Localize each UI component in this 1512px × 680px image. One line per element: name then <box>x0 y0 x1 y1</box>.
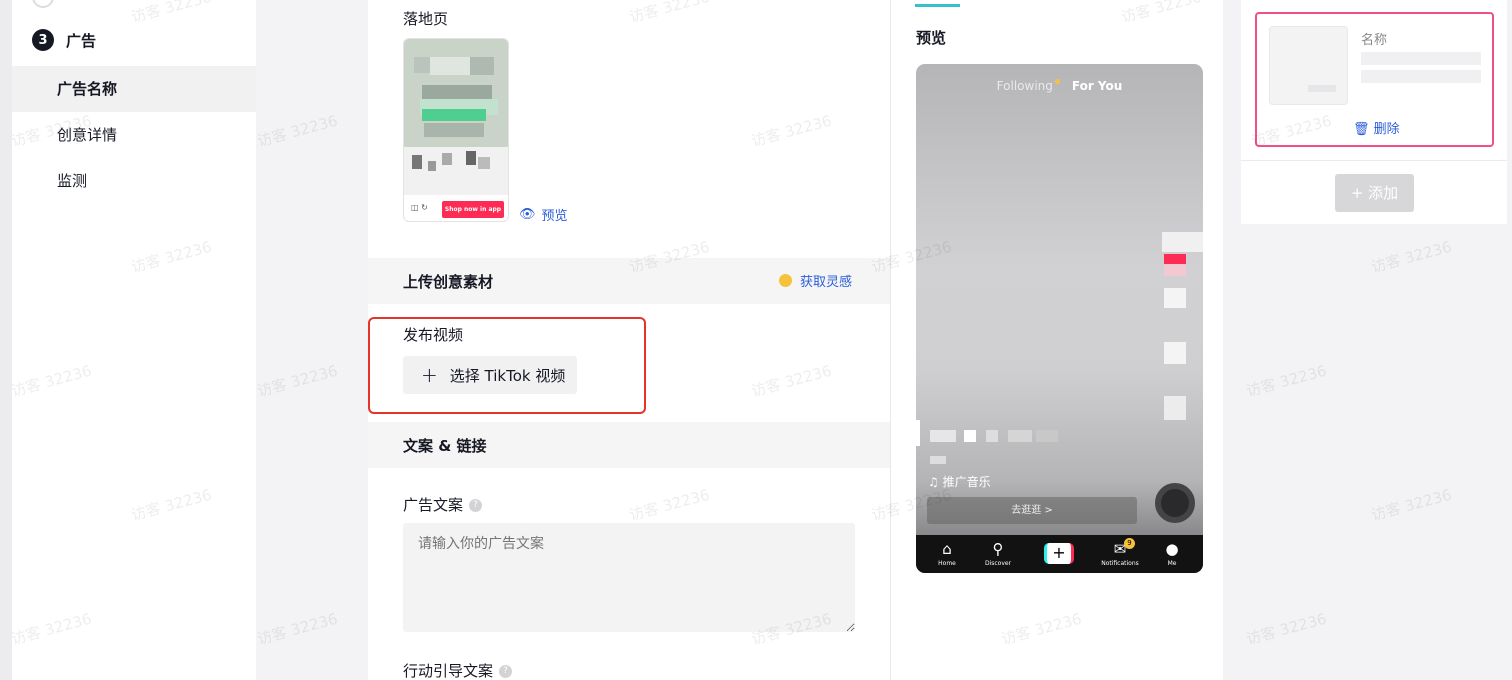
ad-copy-label-text: 广告文案 <box>403 496 464 514</box>
shop-go-button: 去逛逛 > <box>927 497 1137 524</box>
sidebar-item-creative-details[interactable]: 创意详情 <box>12 112 256 158</box>
phone-preview: Following For You ♫ 推广音乐 去逛逛 > ⌂ Home ⚲ <box>916 64 1203 573</box>
create-plus-icon: + <box>1044 543 1074 564</box>
nav-notifications: ✉ 9 Notifications <box>1095 538 1145 567</box>
phone-bottom-nav: ⌂ Home ⚲ Discover + ✉ 9 Notifications ● … <box>916 535 1203 573</box>
trash-icon: 🗑 <box>1353 122 1370 137</box>
nav-me: ● Me <box>1147 540 1197 567</box>
ad-name-label: 名称 <box>1361 33 1388 48</box>
delete-ad-label: 删除 <box>1373 122 1400 137</box>
nav-me-label: Me <box>1167 560 1177 567</box>
select-tiktok-video-label: 选择 TikTok 视频 <box>449 366 566 385</box>
nav-home-label: Home <box>938 560 956 567</box>
ad-thumbnail <box>1269 26 1348 105</box>
landing-preview-link[interactable]: 👁 预览 <box>519 205 568 224</box>
phone-feed-tabs: Following For You <box>916 79 1203 93</box>
tab-for-you: For You <box>1071 79 1123 93</box>
delete-ad-button[interactable]: 🗑 删除 <box>1353 118 1400 137</box>
promoted-music-label: 推广音乐 <box>942 475 991 489</box>
copy-section-header: 文案 & 链接 <box>368 422 890 468</box>
ad-name-placeholder <box>1361 52 1481 65</box>
nav-discover: ⚲ Discover <box>973 540 1023 567</box>
landing-page-thumbnail[interactable]: ◫ ↻ Shop now in app <box>403 38 509 222</box>
promoted-music: ♫ 推广音乐 <box>928 473 991 490</box>
nav-notifications-label: Notifications <box>1101 560 1139 567</box>
card-divider <box>1241 160 1507 161</box>
ad-copy-input[interactable] <box>403 523 855 632</box>
notification-badge: 9 <box>1124 538 1135 549</box>
add-ad-button[interactable]: + 添加 <box>1335 174 1414 212</box>
shop-now-button: Shop now in app <box>442 201 504 218</box>
cta-copy-label: 行动引导文案? <box>403 660 513 680</box>
step-number-badge: 3 <box>32 29 54 51</box>
watermark: 访客 32236 <box>255 361 340 401</box>
nav-discover-label: Discover <box>984 560 1012 567</box>
lightbulb-icon <box>778 274 792 287</box>
ad-form-panel: 落地页 ◫ ↻ Shop now in app 👁 预览 上传创意素材 获取灵感… <box>368 0 890 680</box>
cta-copy-label-text: 行动引导文案 <box>403 662 494 680</box>
ad-detail-placeholder <box>1361 70 1481 83</box>
landing-preview-link-label: 预览 <box>541 209 568 224</box>
ad-list-panel: 名称 🗑 删除 + 添加 <box>1241 0 1507 224</box>
step-header[interactable]: 3 广告 <box>32 29 96 51</box>
home-icon: ⌂ <box>942 540 952 558</box>
get-inspiration-label: 获取灵感 <box>799 275 852 290</box>
upload-section-header: 上传创意素材 获取灵感 <box>368 258 890 304</box>
sidebar-item-ad-name[interactable]: 广告名称 <box>12 66 256 112</box>
watermark: 访客 32236 <box>1369 237 1454 277</box>
sidebar-item-tracking[interactable]: 监测 <box>12 158 256 204</box>
music-disc-icon <box>1155 483 1195 523</box>
watermark: 访客 32236 <box>1369 485 1454 525</box>
music-note-icon: ♫ <box>928 475 939 489</box>
publish-video-label: 发布视频 <box>403 326 464 344</box>
plus-icon: + <box>421 363 438 387</box>
preview-tab-indicator <box>915 4 960 7</box>
preview-panel: 预览 Following For You ♫ 推广音乐 去逛逛 > ⌂ Home <box>891 0 1223 680</box>
left-edge <box>0 0 12 680</box>
live-dot <box>1054 79 1060 84</box>
ad-card[interactable]: 名称 🗑 删除 <box>1255 12 1494 147</box>
eye-icon: 👁 <box>519 207 536 222</box>
step-label: 广告 <box>66 31 97 50</box>
search-icon: ⚲ <box>992 540 1004 558</box>
watermark: 访客 32236 <box>1244 361 1329 401</box>
copy-section-title: 文案 & 链接 <box>403 436 487 455</box>
watermark: 访客 32236 <box>255 111 340 151</box>
watermark: 访客 32236 <box>255 609 340 649</box>
previous-step-icon <box>32 0 54 8</box>
get-inspiration-link[interactable]: 获取灵感 <box>778 271 852 290</box>
tab-following: Following <box>996 79 1053 93</box>
nav-home: ⌂ Home <box>922 540 972 567</box>
ad-copy-label: 广告文案? <box>403 494 483 515</box>
upload-section-title: 上传创意素材 <box>403 272 494 291</box>
profile-icon: ● <box>1165 540 1179 558</box>
watermark: 访客 32236 <box>1244 609 1329 649</box>
landing-action-icons: ◫ ↻ <box>411 203 428 212</box>
preview-title: 预览 <box>916 29 947 47</box>
inbox-icon: ✉ <box>1113 540 1127 558</box>
help-icon[interactable]: ? <box>499 665 513 678</box>
help-icon[interactable]: ? <box>469 499 483 512</box>
step-sidebar: 3 广告 广告名称 创意详情 监测 <box>12 0 256 680</box>
select-tiktok-video-button[interactable]: + 选择 TikTok 视频 <box>403 356 577 394</box>
landing-page-label: 落地页 <box>403 10 449 28</box>
